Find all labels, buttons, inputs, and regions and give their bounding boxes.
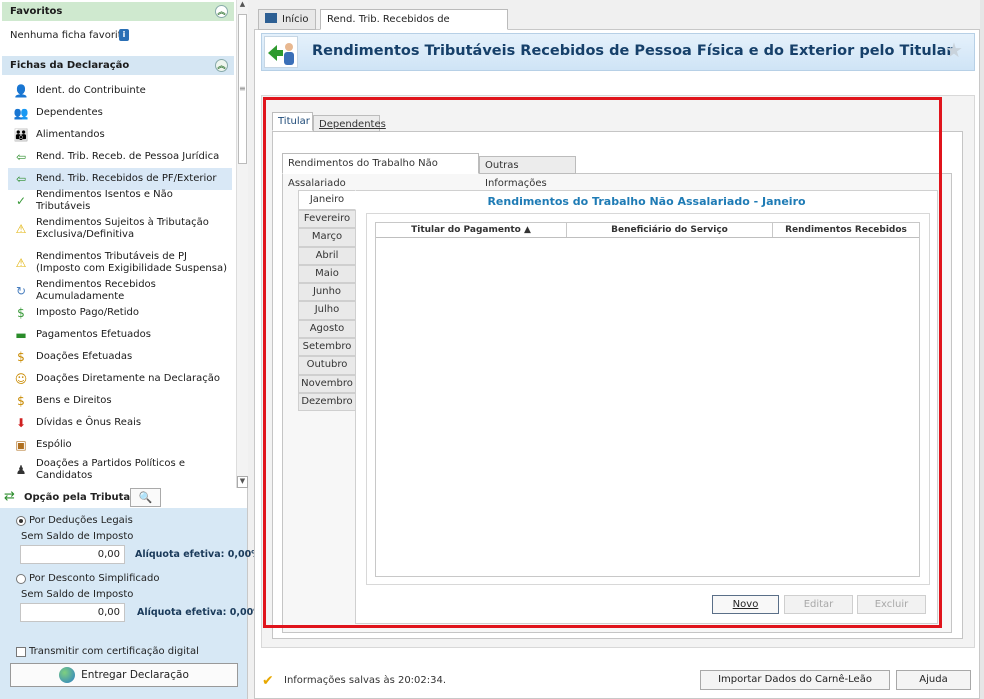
favoritos-header[interactable]: Favoritos ︽ (2, 2, 234, 21)
ficha-item-partidos[interactable]: ♟ Doações a Partidos Políticos e Candidat… (8, 456, 232, 484)
ficha-item-rend-pj[interactable]: ⇦ Rend. Trib. Receb. de Pessoa Jurídica (8, 146, 232, 168)
entregar-declaracao-button[interactable]: Entregar Declaração (10, 663, 238, 687)
alimentandos-icon: 👪 (13, 128, 29, 142)
assets-icon: $ (17, 394, 25, 408)
tab-inicio[interactable]: Início (258, 9, 316, 30)
direct-donations-icon: ☺ (14, 372, 28, 386)
favoritos-empty-text: Nenhuma ficha favorita (10, 30, 128, 41)
debts-icon: ⬇ (15, 416, 27, 430)
warning-icon: ⚠ (15, 222, 27, 236)
ficha-item-acumulados[interactable]: ↻ Rendimentos Recebidos Acumuladamente (8, 279, 232, 302)
saved-check-icon: ✔ (262, 673, 274, 689)
radio-deducoes[interactable] (16, 516, 26, 526)
payments-icon: ▬ (15, 328, 27, 342)
ficha-item-ident[interactable]: 👤 Ident. do Contribuinte (8, 80, 232, 102)
ajuda-button[interactable]: Ajuda (896, 670, 971, 690)
deducoes-value: 0,00 (20, 545, 125, 564)
fichas-title: Fichas da Declaração (10, 60, 130, 71)
window-edge (980, 0, 984, 699)
chevron-up-icon[interactable]: ▲ (237, 0, 248, 12)
star-icon[interactable]: ★ (945, 38, 963, 62)
ficha-item-suspensa[interactable]: ⚠ Rendimentos Tributáveis de PJ (Imposto … (8, 246, 232, 280)
fichas-scrollbar[interactable]: ▲ ≡ ▼ (236, 0, 248, 488)
info-icon: i (119, 29, 129, 41)
dependents-icon: 👥 (13, 106, 29, 120)
highlight-box (263, 97, 942, 628)
ficha-item-alimentandos[interactable]: 👪 Alimentandos (8, 124, 232, 146)
simplificado-label: Por Desconto Simplificado (29, 573, 160, 584)
page-title: Rendimentos Tributáveis Recebidos de Pes… (312, 43, 954, 59)
fichas-header[interactable]: Fichas da Declaração ︽ (2, 56, 234, 75)
ficha-item-doacoes-diretas[interactable]: ☺ Doações Diretamente na Declaração (8, 368, 232, 390)
grip-icon: ≡ (239, 84, 246, 93)
ficha-item-dividas[interactable]: ⬇ Dívidas e Ônus Reais (8, 412, 232, 434)
exchange-arrows-icon: ⇄ (4, 489, 15, 504)
radio-simplificado[interactable] (16, 574, 26, 584)
person-icon: 👤 (13, 84, 29, 98)
ficha-item-exclusiva[interactable]: ⚠ Rendimentos Sujeitos à Tributação Exclu… (8, 212, 232, 246)
importar-carne-leao-button[interactable]: Importar Dados do Carnê-Leão (700, 670, 890, 690)
deducoes-label: Por Deduções Legais (29, 515, 133, 526)
ficha-item-imposto-pago[interactable]: $ Imposto Pago/Retido (8, 302, 232, 324)
simplificado-aliquota: Alíquota efetiva: 0,00% (137, 607, 263, 618)
simplificado-saldo-label: Sem Saldo de Imposto (21, 589, 134, 600)
deducoes-saldo-label: Sem Saldo de Imposto (21, 531, 134, 542)
political-donations-icon: ♟ (15, 463, 27, 477)
ficha-item-rend-pf[interactable]: ⇦ Rend. Trib. Recebidos de PF/Exterior (8, 168, 232, 190)
ficha-item-isentos[interactable]: ✓ Rendimentos Isentos e Não Tributáveis (8, 189, 232, 212)
exempt-income-icon: ✓ (15, 194, 27, 208)
status-text: Informações salvas às 20:02:34. (284, 675, 447, 686)
search-icon: 🔍 (138, 491, 153, 504)
home-icon (265, 13, 277, 23)
ficha-item-pagamentos[interactable]: ▬ Pagamentos Efetuados (8, 324, 232, 346)
suspended-tax-icon: ⚠ (15, 256, 27, 270)
income-pf-header-icon (264, 36, 298, 68)
deducoes-aliquota: Alíquota efetiva: 0,00% (135, 549, 261, 560)
chevron-down-icon[interactable]: ▼ (237, 476, 248, 488)
tab-rend-pf-exterior[interactable]: Rend. Trib. Recebidos de PF/Exterior× (320, 9, 508, 45)
tax-paid-icon: $ (17, 306, 25, 320)
collapse-icon[interactable]: ︽ (215, 59, 228, 72)
ficha-item-doacoes[interactable]: $ Doações Efetuadas (8, 346, 232, 368)
fichas-list: 👤 Ident. do Contribuinte 👥 Dependentes 👪 Al… (8, 80, 232, 484)
ficha-item-espolio[interactable]: ▣ Espólio (8, 434, 232, 456)
donations-icon: $ (17, 350, 25, 364)
favoritos-title: Favoritos (10, 6, 63, 17)
estate-icon: ▣ (15, 438, 27, 452)
simplificado-value: 0,00 (20, 603, 125, 622)
ficha-item-dependentes[interactable]: 👥 Dependentes (8, 102, 232, 124)
search-button[interactable]: 🔍 (130, 488, 161, 507)
collapse-icon[interactable]: ︽ (215, 5, 228, 18)
certificado-label: Transmitir com certificação digital (29, 646, 199, 657)
globe-icon (59, 667, 76, 683)
certificado-checkbox[interactable] (16, 647, 26, 657)
income-pf-icon: ⇦ (15, 172, 27, 186)
ficha-item-bens[interactable]: $ Bens e Direitos (8, 390, 232, 412)
accumulated-income-icon: ↻ (15, 284, 27, 298)
income-pj-icon: ⇦ (15, 150, 27, 164)
